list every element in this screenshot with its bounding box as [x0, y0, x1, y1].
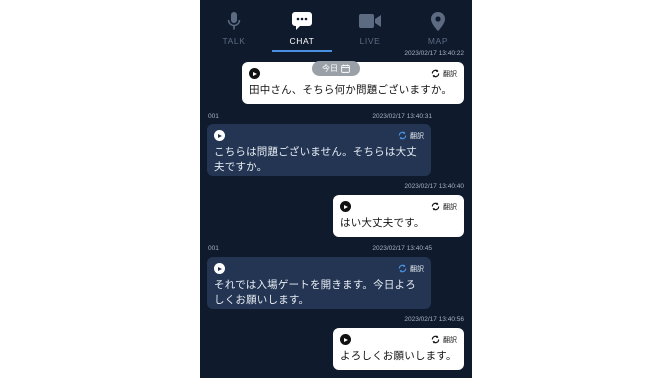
message-text: 田中さん、そちら何か問題ございますか。: [249, 84, 453, 96]
message-text: はい大丈夫です。: [340, 217, 425, 229]
message-text: こちらは問題ございません。そちらは大丈夫ですか。: [214, 146, 417, 173]
message-timestamp: 2023/02/17 13:40:22: [404, 50, 464, 57]
message-bubble-incoming: 翻訳 こちらは問題ございません。そちらは大丈夫ですか。: [207, 124, 431, 176]
play-audio-icon[interactable]: [340, 334, 351, 345]
play-audio-icon[interactable]: [340, 201, 351, 212]
play-audio-icon[interactable]: [214, 263, 225, 274]
message-bubble-incoming: 翻訳 それでは入場ゲートを開きます。今日よろしくお願いします。: [207, 257, 431, 309]
tab-map[interactable]: MAP: [404, 0, 472, 52]
message-timestamp: 2023/02/17 13:40:40: [404, 183, 464, 190]
translate-label: 翻訳: [410, 131, 424, 140]
play-audio-icon[interactable]: [214, 130, 225, 141]
translate-label: 翻訳: [443, 69, 457, 78]
message-timestamp: 2023/02/17 13:40:31: [372, 113, 432, 120]
date-pill: 今日: [312, 61, 360, 76]
refresh-icon: [431, 69, 440, 78]
translate-label: 翻訳: [443, 202, 457, 211]
message-timestamp: 2023/02/17 13:40:56: [404, 316, 464, 323]
refresh-icon: [431, 202, 440, 211]
refresh-icon: [398, 264, 407, 273]
message-bubble-outgoing: 翻訳 はい大丈夫です。: [333, 195, 464, 237]
tab-live[interactable]: LIVE: [336, 0, 404, 52]
translate-button[interactable]: 翻訳: [431, 335, 457, 345]
date-pill-label: 今日: [322, 64, 338, 73]
message-timestamp: 2023/02/17 13:40:45: [372, 245, 432, 252]
tab-chat-label: CHAT: [289, 36, 315, 46]
translate-button[interactable]: 翻訳: [431, 69, 457, 79]
chat-bubble-icon: [292, 11, 312, 31]
sender-id: 001: [208, 113, 219, 120]
tab-chat[interactable]: CHAT: [268, 0, 336, 52]
map-pin-icon: [431, 11, 445, 31]
message-text: それでは入場ゲートを開きます。今日よろしくお願いします。: [214, 279, 416, 306]
microphone-icon: [227, 11, 241, 31]
message-bubble-outgoing: 翻訳 よろしくお願いします。: [333, 328, 464, 370]
calendar-icon: [341, 64, 350, 73]
refresh-icon: [398, 131, 407, 140]
phone-screen: TALK CHAT LIVE MAP 2023/02/17 13:40:22 翻…: [200, 0, 472, 378]
tab-talk-label: TALK: [222, 36, 246, 46]
tab-talk[interactable]: TALK: [200, 0, 268, 52]
refresh-icon: [431, 335, 440, 344]
translate-button[interactable]: 翻訳: [431, 202, 457, 212]
play-audio-icon[interactable]: [249, 68, 260, 79]
tab-bar: TALK CHAT LIVE MAP: [200, 0, 472, 52]
translate-button[interactable]: 翻訳: [398, 264, 424, 274]
tab-map-label: MAP: [427, 36, 449, 46]
translate-label: 翻訳: [410, 264, 424, 273]
translate-label: 翻訳: [443, 335, 457, 344]
translate-button[interactable]: 翻訳: [398, 131, 424, 141]
video-camera-icon: [359, 11, 381, 31]
sender-id: 001: [208, 245, 219, 252]
tab-live-label: LIVE: [359, 36, 381, 46]
message-text: よろしくお願いします。: [340, 350, 457, 362]
